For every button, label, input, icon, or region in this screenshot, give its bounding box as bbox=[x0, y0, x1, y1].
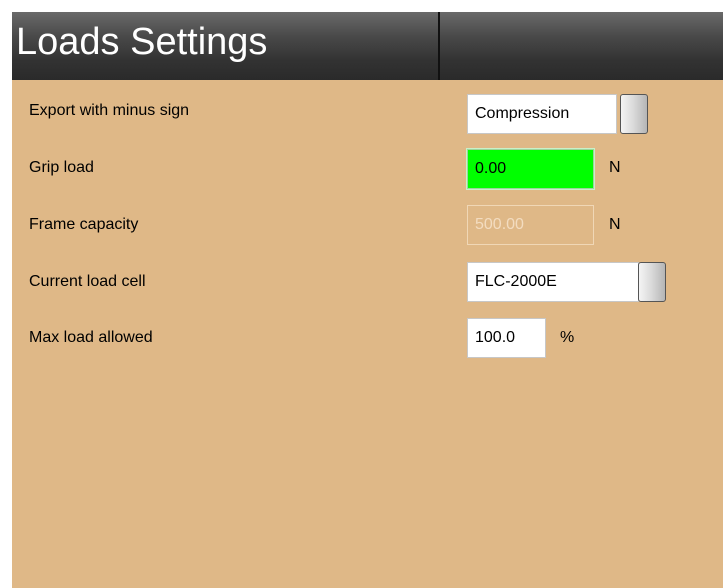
grip-load-unit: N bbox=[609, 159, 621, 176]
loads-settings-panel: Loads Settings Export with minus sign Co… bbox=[12, 12, 723, 588]
frame-capacity-input: 500.00 bbox=[467, 205, 594, 245]
current-load-cell-label: Current load cell bbox=[29, 273, 146, 290]
frame-capacity-label: Frame capacity bbox=[29, 216, 139, 233]
export-minus-sign-label: Export with minus sign bbox=[29, 102, 190, 119]
current-load-cell-dropdown-button[interactable] bbox=[638, 262, 666, 302]
page-title: Loads Settings bbox=[16, 21, 268, 63]
header-bar: Loads Settings bbox=[12, 12, 723, 80]
export-minus-sign-dropdown-button[interactable] bbox=[620, 94, 648, 134]
grip-load-input[interactable]: 0.00 bbox=[466, 148, 595, 190]
frame-capacity-unit: N bbox=[609, 216, 621, 233]
max-load-allowed-unit: % bbox=[560, 329, 575, 346]
grip-load-label: Grip load bbox=[29, 159, 94, 176]
current-load-cell-select[interactable]: FLC-2000E bbox=[467, 262, 639, 302]
max-load-allowed-label: Max load allowed bbox=[29, 329, 153, 346]
max-load-allowed-input[interactable]: 100.0 bbox=[467, 318, 546, 358]
export-minus-sign-select[interactable]: Compression bbox=[467, 94, 617, 134]
header-divider bbox=[438, 12, 440, 80]
